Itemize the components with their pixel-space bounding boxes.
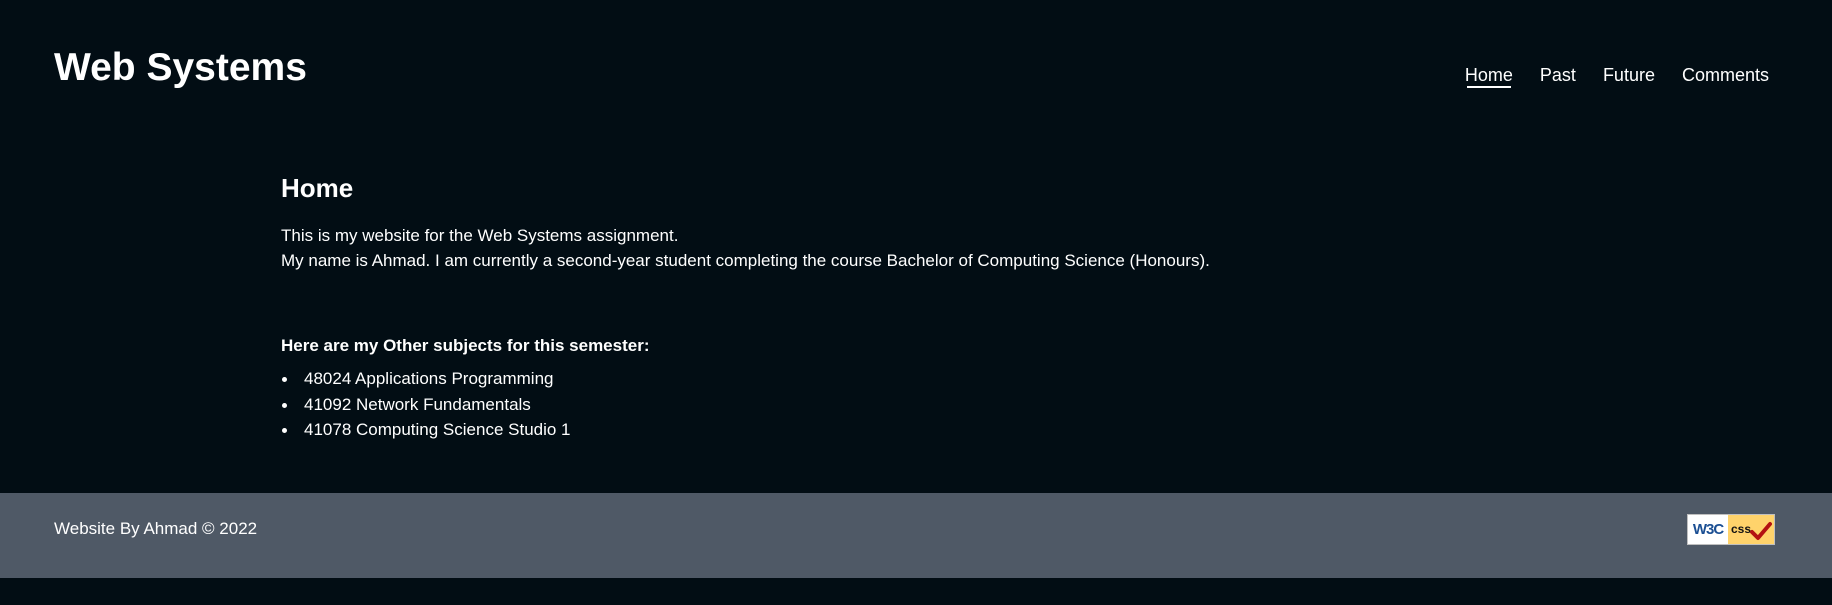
css-badge-panel: css [1728,515,1774,544]
site-header: Web Systems Home Past Future Comments [0,0,1832,140]
intro-line: This is my website for the Web Systems a… [281,226,679,245]
w3c-css-validation-badge[interactable]: W3C css [1687,514,1775,545]
main-content: Home This is my website for the Web Syst… [281,171,1581,443]
nav-link-future[interactable]: Future [1603,64,1655,86]
footer-credit: Website By Ahmad © 2022 [54,519,258,538]
page-bottom-strip [0,578,1832,605]
page-heading: Home [281,173,354,203]
main-navigation: Home Past Future Comments [1465,64,1769,88]
subjects-heading: Here are my Other subjects for this seme… [281,336,650,355]
nav-link-comments[interactable]: Comments [1682,64,1769,86]
w3c-logo-text: W3C [1688,515,1728,544]
intro-text: This is my website for the Web Systems a… [281,223,1581,273]
site-title: Web Systems [54,46,307,89]
subjects-list: 48024 Applications Programming 41092 Net… [281,366,1581,443]
intro-line: My name is Ahmad. I am currently a secon… [281,251,1210,270]
nav-link-home[interactable]: Home [1465,64,1513,88]
site-footer: Website By Ahmad © 2022 W3C css [0,493,1832,578]
nav-link-past[interactable]: Past [1540,64,1576,86]
subject-list-item: 41078 Computing Science Studio 1 [281,417,1581,443]
subject-list-item: 48024 Applications Programming [281,366,1581,392]
subject-list-item: 41092 Network Fundamentals [281,392,1581,418]
css-logo-text: css [1731,522,1752,536]
check-mark-icon [1750,522,1772,540]
